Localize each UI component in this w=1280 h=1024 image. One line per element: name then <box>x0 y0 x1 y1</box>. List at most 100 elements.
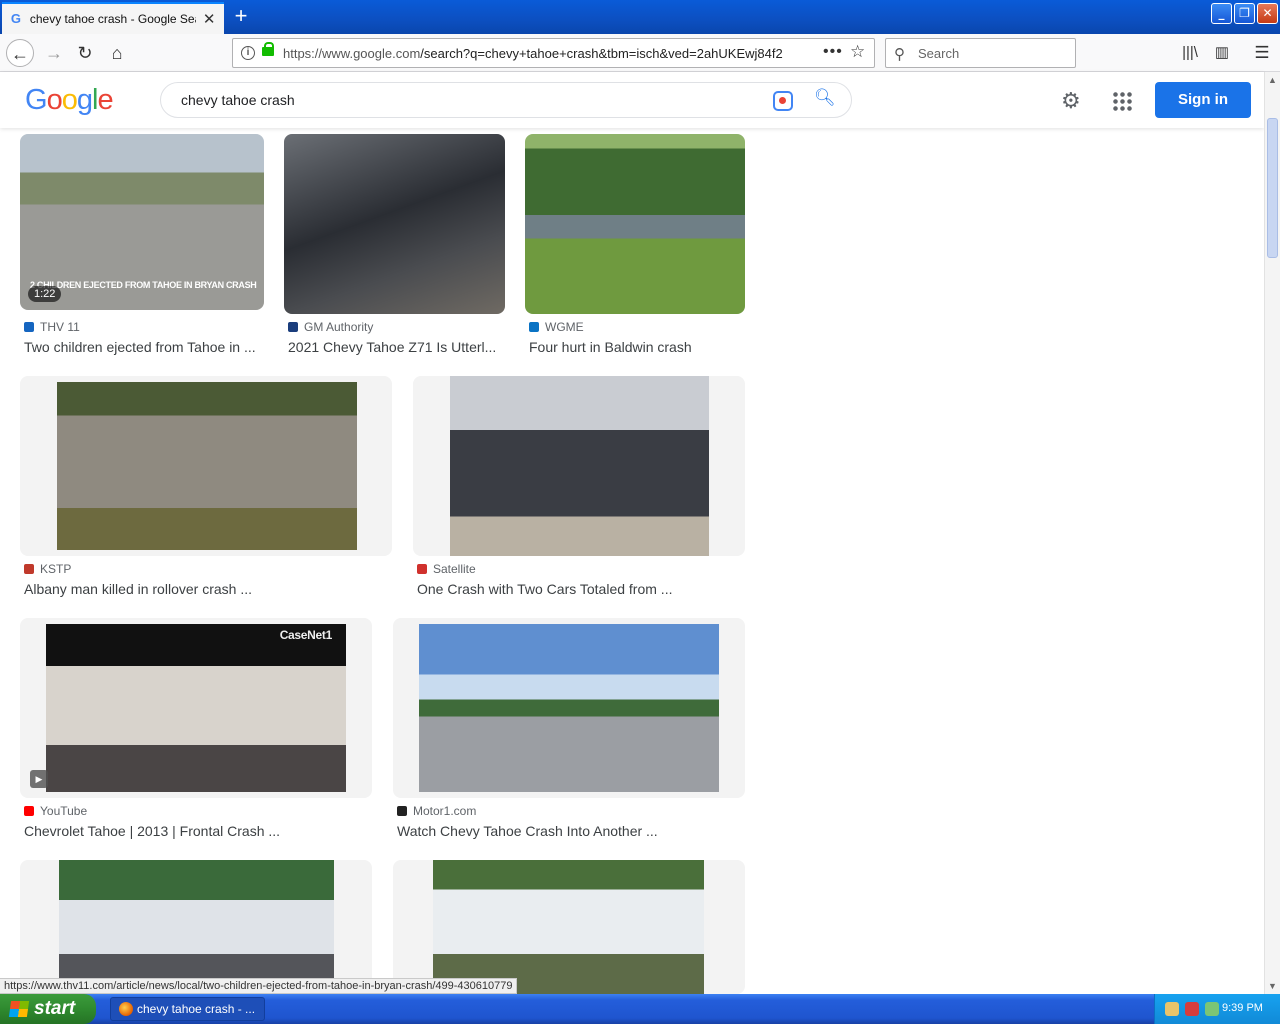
tab-title: chevy tahoe crash - Google Search <box>29 12 196 26</box>
tab-close-icon[interactable]: ✕ <box>200 10 218 28</box>
new-tab-button[interactable]: + <box>228 4 254 30</box>
browser-search-field[interactable]: ⚲ Search <box>885 38 1076 68</box>
scroll-down-arrow-icon[interactable]: ▼ <box>1265 978 1280 994</box>
site-info-icon[interactable]: i <box>241 46 255 60</box>
result-image[interactable] <box>46 624 346 792</box>
result-thumbnail[interactable] <box>413 376 745 556</box>
result-thumbnail[interactable] <box>393 618 745 798</box>
result-thumbnail[interactable] <box>393 860 745 994</box>
search-placeholder: Search <box>918 46 960 61</box>
sidebar-icon[interactable]: ▥ <box>1208 39 1236 67</box>
google-header: Google chevy tahoe crash 🔍︎ ⚙ Sign in <box>0 72 1264 128</box>
result-image[interactable] <box>450 376 709 556</box>
result-thumbnail[interactable]: CaseNet1 ▶ <box>20 618 372 798</box>
security-shield-icon[interactable] <box>1185 1002 1199 1016</box>
result-source[interactable]: THV 11 <box>24 320 80 334</box>
reload-icon[interactable]: ↻ <box>71 39 99 67</box>
google-lens-icon[interactable] <box>773 91 793 111</box>
taskbar-clock: 9:39 PM <box>1222 1002 1263 1014</box>
source-name: Motor1.com <box>413 804 477 818</box>
status-bar-url: https://www.thv11.com/article/news/local… <box>0 978 518 994</box>
source-name: THV 11 <box>40 320 80 334</box>
logo-letter: G <box>25 84 48 116</box>
source-favicon-icon <box>417 564 427 574</box>
result-image[interactable] <box>419 624 719 792</box>
source-favicon-icon <box>24 564 34 574</box>
scroll-up-arrow-icon[interactable]: ▲ <box>1265 72 1280 88</box>
source-name: GM Authority <box>304 320 374 334</box>
close-window-button[interactable]: ✕ <box>1257 3 1278 24</box>
home-icon[interactable]: ⌂ <box>103 39 131 67</box>
video-play-icon: ▶ <box>30 770 48 788</box>
result-thumbnail[interactable] <box>525 134 745 314</box>
result-image[interactable] <box>59 860 334 994</box>
result-thumbnail[interactable] <box>20 376 392 556</box>
taskbar-firefox-window[interactable]: chevy tahoe crash - ... <box>110 997 265 1021</box>
result-title-link[interactable]: Watch Chevy Tahoe Crash Into Another ... <box>397 823 658 839</box>
result-thumbnail[interactable] <box>284 134 505 314</box>
result-source[interactable]: Motor1.com <box>397 804 476 818</box>
logo-letter: e <box>97 84 113 116</box>
scrollbar-thumb[interactable] <box>1267 118 1278 258</box>
result-image[interactable] <box>57 382 357 550</box>
google-favicon-icon: G <box>10 11 21 26</box>
minimize-button[interactable]: _ <box>1211 3 1232 24</box>
result-title-link[interactable]: Chevrolet Tahoe | 2013 | Frontal Crash .… <box>24 823 280 839</box>
image-overlay-text: CaseNet1 <box>279 628 333 642</box>
result-image[interactable] <box>284 134 505 314</box>
google-apps-icon[interactable] <box>1112 91 1132 111</box>
back-arrow-icon[interactable]: ← <box>6 39 34 67</box>
source-favicon-icon <box>529 322 539 332</box>
result-title-link[interactable]: 2021 Chevy Tahoe Z71 Is Utterl... <box>288 339 496 355</box>
page-scrollbar[interactable]: ▲ ▼ <box>1264 72 1280 994</box>
bookmark-star-icon[interactable]: ☆ <box>850 42 865 62</box>
navigation-toolbar: ← → ↻ ⌂ i https://www.google.com/search?… <box>0 34 1280 72</box>
source-name: WGME <box>545 320 584 334</box>
search-query-input[interactable]: chevy tahoe crash <box>181 92 295 108</box>
result-thumbnail[interactable] <box>20 860 372 994</box>
forward-arrow-icon[interactable]: → <box>40 39 68 67</box>
result-image[interactable] <box>525 134 745 314</box>
result-title-link[interactable]: Two children ejected from Tahoe in ... <box>24 339 256 355</box>
google-search-bar[interactable]: chevy tahoe crash 🔍︎ <box>160 82 852 118</box>
logo-letter: o <box>46 84 63 116</box>
settings-gear-icon[interactable]: ⚙ <box>1061 88 1081 114</box>
result-thumbnail[interactable]: 2 CHILDREN EJECTED FROM TAHOE IN BRYAN C… <box>20 134 264 310</box>
search-icon[interactable]: 🔍︎ <box>814 88 836 108</box>
firefox-icon <box>119 1002 133 1016</box>
url-text[interactable]: https://www.google.com/search?q=chevy+ta… <box>283 46 803 61</box>
address-bar[interactable]: i https://www.google.com/search?q=chevy+… <box>232 38 875 68</box>
result-source[interactable]: GM Authority <box>288 320 373 334</box>
source-favicon-icon <box>24 806 34 816</box>
result-source[interactable]: YouTube <box>24 804 87 818</box>
lock-icon[interactable] <box>262 42 274 56</box>
result-title-link[interactable]: Albany man killed in rollover crash ... <box>24 581 252 597</box>
start-button[interactable]: start <box>0 994 96 1024</box>
page-actions-icon[interactable]: ••• <box>823 43 843 61</box>
network-icon[interactable] <box>1165 1002 1179 1016</box>
sign-in-button[interactable]: Sign in <box>1155 82 1251 118</box>
result-source[interactable]: WGME <box>529 320 584 334</box>
source-name: YouTube <box>40 804 88 818</box>
browser-tab[interactable]: G chevy tahoe crash - Google Search ✕ <box>2 2 224 34</box>
start-label: start <box>34 998 76 1019</box>
windows-flag-icon <box>8 1001 30 1017</box>
logo-letter: g <box>76 84 93 116</box>
result-image[interactable] <box>433 860 704 994</box>
logo-letter: o <box>61 84 78 116</box>
result-title-link[interactable]: One Crash with Two Cars Totaled from ... <box>417 581 672 597</box>
google-logo[interactable]: Google <box>25 84 114 117</box>
taskbar-window-title: chevy tahoe crash - ... <box>137 1002 256 1016</box>
browser-title-bar: G chevy tahoe crash - Google Search ✕ + … <box>0 0 1280 34</box>
search-icon: ⚲ <box>894 46 905 63</box>
maximize-button[interactable]: ❐ <box>1234 3 1255 24</box>
tray-update-icon[interactable] <box>1205 1002 1219 1016</box>
library-icon[interactable]: |||\ <box>1176 39 1204 67</box>
hamburger-menu-icon[interactable]: ☰ <box>1248 39 1276 67</box>
source-name: Satellite <box>433 562 476 576</box>
windows-taskbar: start chevy tahoe crash - ... 9:39 PM <box>0 994 1280 1024</box>
result-source[interactable]: KSTP <box>24 562 71 576</box>
result-source[interactable]: Satellite <box>417 562 476 576</box>
source-name: KSTP <box>40 562 72 576</box>
result-title-link[interactable]: Four hurt in Baldwin crash <box>529 339 692 355</box>
